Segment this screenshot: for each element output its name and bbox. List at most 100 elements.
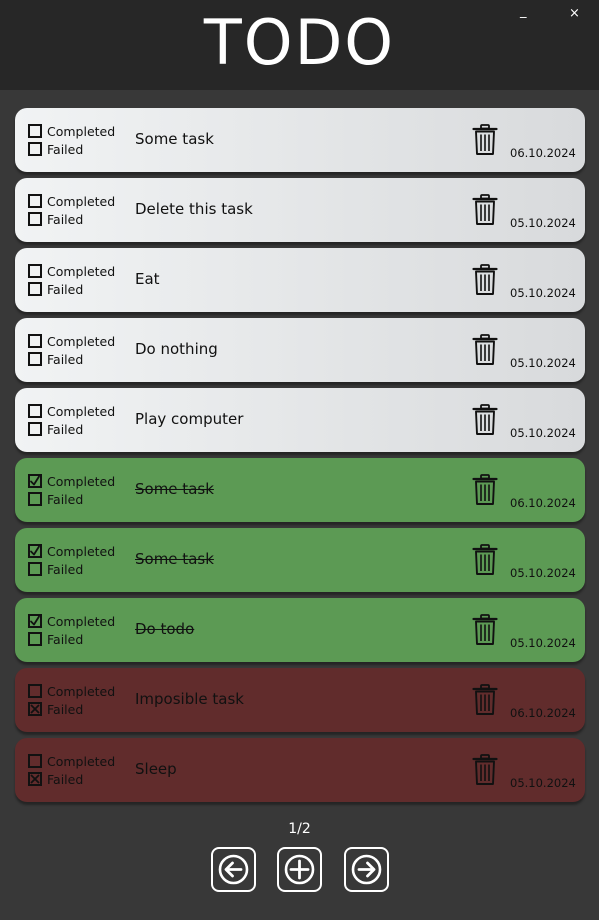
task-list: Completed Failed Some task 06.10.2024 Comple… <box>15 108 585 808</box>
task-row: Completed Failed Play computer 05.10.2024 <box>15 388 585 452</box>
task-text: Sleep <box>135 760 177 778</box>
failed-checkbox[interactable] <box>28 422 42 436</box>
failed-checkbox[interactable] <box>28 492 42 506</box>
task-date: 05.10.2024 <box>510 426 576 440</box>
task-row: Completed Failed Some task 05.10.2024 <box>15 528 585 592</box>
task-text: Some task <box>135 550 214 568</box>
completed-checkbox[interactable] <box>28 194 42 208</box>
close-button[interactable]: × <box>569 6 580 21</box>
app-title: TODO <box>203 6 396 79</box>
completed-label: Completed <box>47 683 116 699</box>
completed-checkbox[interactable] <box>28 544 42 558</box>
trash-icon[interactable] <box>472 404 498 436</box>
failed-checkbox-row[interactable]: Failed <box>28 491 83 507</box>
page-indicator: 1/2 <box>288 821 311 837</box>
failed-checkbox-row[interactable]: Failed <box>28 421 83 437</box>
trash-icon[interactable] <box>472 124 498 156</box>
failed-checkbox-row[interactable]: Failed <box>28 281 83 297</box>
task-row: Completed Failed Some task 06.10.2024 <box>15 458 585 522</box>
failed-checkbox-row[interactable]: Failed <box>28 351 83 367</box>
completed-checkbox-row[interactable]: Completed <box>28 403 115 419</box>
completed-checkbox[interactable] <box>28 474 42 488</box>
failed-checkbox[interactable] <box>28 632 42 646</box>
completed-label: Completed <box>47 473 116 489</box>
title-bar: TODO _ × <box>0 0 599 90</box>
completed-label: Completed <box>47 613 116 629</box>
completed-checkbox-row[interactable]: Completed <box>28 683 115 699</box>
task-row: Completed Failed Sleep 05.10.2024 <box>15 738 585 802</box>
failed-checkbox-row[interactable]: Failed <box>28 211 83 227</box>
failed-checkbox-row[interactable]: Failed <box>28 141 83 157</box>
next-page-button[interactable] <box>344 847 389 892</box>
task-row: Completed Failed Delete this task 05.10.202… <box>15 178 585 242</box>
completed-checkbox-row[interactable]: Completed <box>28 613 115 629</box>
failed-label: Failed <box>47 421 84 437</box>
arrow-right-icon <box>351 854 382 885</box>
failed-checkbox[interactable] <box>28 702 42 716</box>
failed-checkbox-row[interactable]: Failed <box>28 701 83 717</box>
completed-checkbox[interactable] <box>28 124 42 138</box>
task-date: 05.10.2024 <box>510 566 576 580</box>
minimize-button[interactable]: _ <box>520 4 527 19</box>
task-date: 05.10.2024 <box>510 776 576 790</box>
completed-label: Completed <box>47 193 116 209</box>
completed-checkbox-row[interactable]: Completed <box>28 333 115 349</box>
completed-checkbox-row[interactable]: Completed <box>28 263 115 279</box>
failed-label: Failed <box>47 771 84 787</box>
completed-checkbox[interactable] <box>28 334 42 348</box>
task-text: Do todo <box>135 620 195 638</box>
trash-icon[interactable] <box>472 544 498 576</box>
completed-checkbox-row[interactable]: Completed <box>28 753 115 769</box>
task-row: Completed Failed Some task 06.10.2024 <box>15 108 585 172</box>
failed-label: Failed <box>47 701 84 717</box>
failed-checkbox[interactable] <box>28 142 42 156</box>
completed-label: Completed <box>47 123 116 139</box>
task-row: Completed Failed Do todo 05.10.2024 <box>15 598 585 662</box>
completed-label: Completed <box>47 543 116 559</box>
failed-label: Failed <box>47 631 84 647</box>
completed-checkbox[interactable] <box>28 754 42 768</box>
completed-checkbox-row[interactable]: Completed <box>28 473 115 489</box>
completed-label: Completed <box>47 403 116 419</box>
completed-label: Completed <box>47 753 116 769</box>
task-date: 05.10.2024 <box>510 216 576 230</box>
add-task-button[interactable] <box>277 847 322 892</box>
failed-label: Failed <box>47 351 84 367</box>
trash-icon[interactable] <box>472 684 498 716</box>
completed-checkbox[interactable] <box>28 684 42 698</box>
completed-checkbox[interactable] <box>28 264 42 278</box>
completed-label: Completed <box>47 333 116 349</box>
failed-checkbox[interactable] <box>28 562 42 576</box>
failed-checkbox[interactable] <box>28 772 42 786</box>
plus-icon <box>284 854 315 885</box>
failed-checkbox[interactable] <box>28 212 42 226</box>
trash-icon[interactable] <box>472 334 498 366</box>
previous-page-button[interactable] <box>211 847 256 892</box>
task-text: Some task <box>135 130 214 148</box>
trash-icon[interactable] <box>472 194 498 226</box>
trash-icon[interactable] <box>472 474 498 506</box>
failed-label: Failed <box>47 561 84 577</box>
task-date: 06.10.2024 <box>510 146 576 160</box>
completed-checkbox[interactable] <box>28 614 42 628</box>
completed-checkbox-row[interactable]: Completed <box>28 193 115 209</box>
task-text: Do nothing <box>135 340 218 358</box>
completed-label: Completed <box>47 263 116 279</box>
failed-checkbox-row[interactable]: Failed <box>28 771 83 787</box>
failed-checkbox[interactable] <box>28 352 42 366</box>
failed-checkbox-row[interactable]: Failed <box>28 561 83 577</box>
task-text: Play computer <box>135 410 244 428</box>
completed-checkbox-row[interactable]: Completed <box>28 123 115 139</box>
trash-icon[interactable] <box>472 614 498 646</box>
task-text: Delete this task <box>135 200 253 218</box>
task-date: 05.10.2024 <box>510 356 576 370</box>
failed-label: Failed <box>47 491 84 507</box>
completed-checkbox[interactable] <box>28 404 42 418</box>
arrow-left-icon <box>218 854 249 885</box>
failed-checkbox[interactable] <box>28 282 42 296</box>
failed-checkbox-row[interactable]: Failed <box>28 631 83 647</box>
trash-icon[interactable] <box>472 264 498 296</box>
task-date: 06.10.2024 <box>510 706 576 720</box>
trash-icon[interactable] <box>472 754 498 786</box>
completed-checkbox-row[interactable]: Completed <box>28 543 115 559</box>
